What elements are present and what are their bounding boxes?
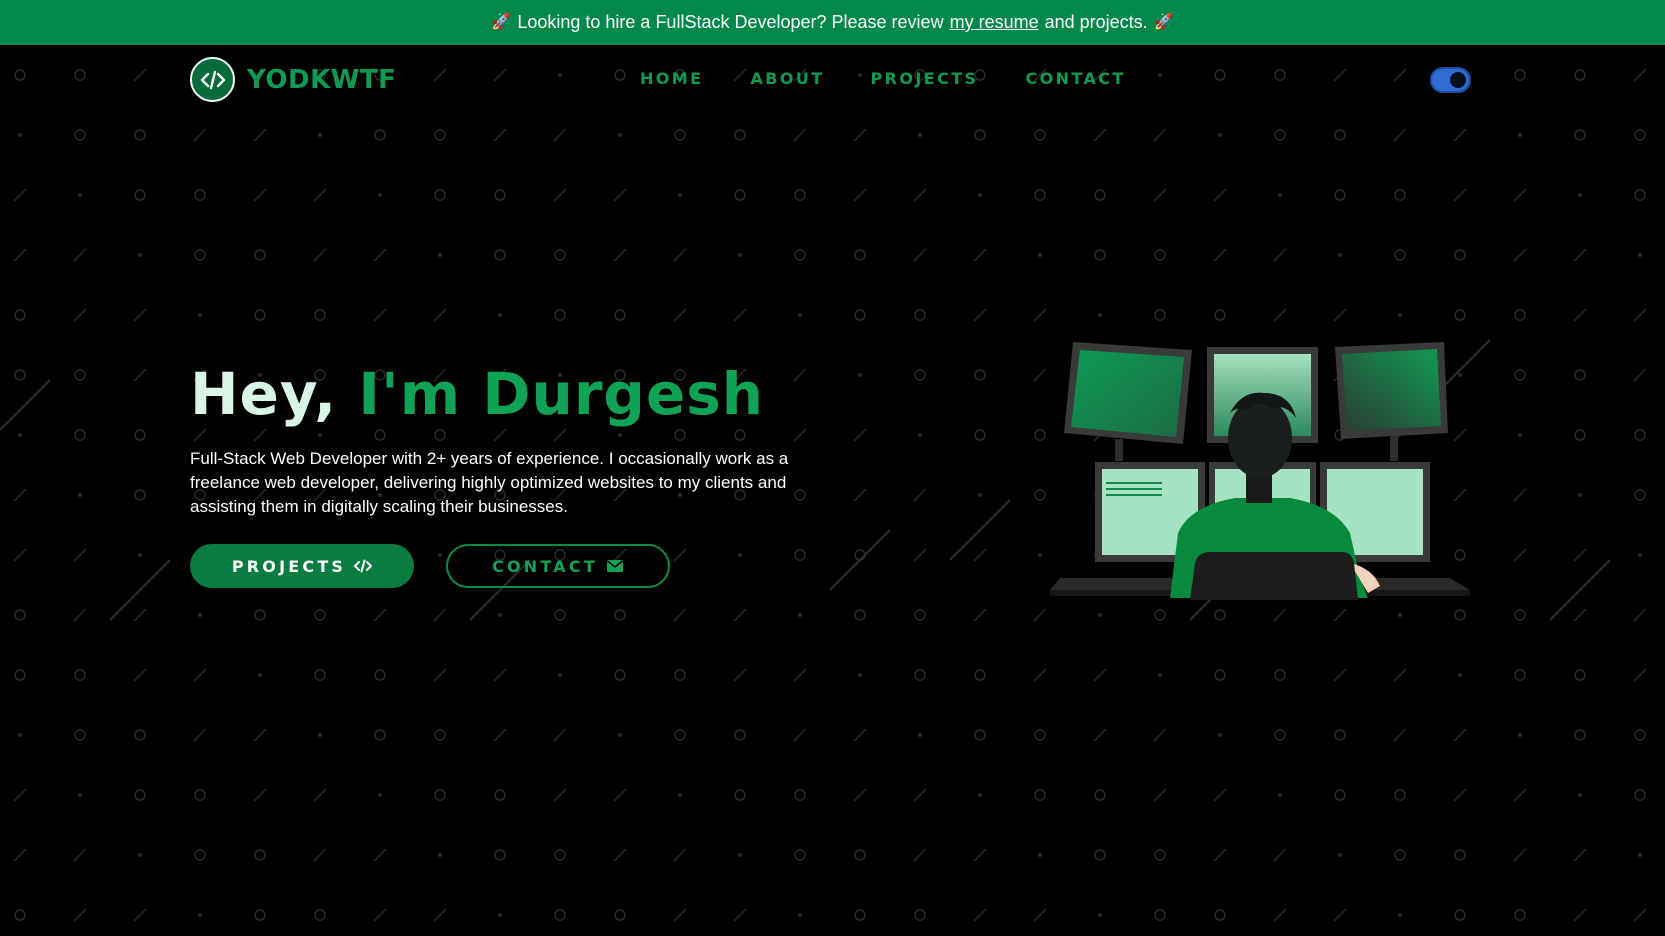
monitor-top-left xyxy=(1064,342,1192,461)
hero-name: I'm Durgesh xyxy=(358,360,765,428)
rocket-icon: 🚀 xyxy=(1153,13,1174,31)
chair xyxy=(1190,552,1358,600)
nav-projects[interactable]: PROJECTS xyxy=(871,69,979,88)
nav-contact[interactable]: CONTACT xyxy=(1025,69,1125,88)
contact-button-label: CONTACT xyxy=(492,556,598,576)
banner-suffix: and projects. xyxy=(1044,12,1148,32)
hero-description: Full-Stack Web Developer with 2+ years o… xyxy=(190,449,789,516)
logo-text: YODKWTF xyxy=(247,64,397,95)
contact-button[interactable]: CONTACT xyxy=(446,544,670,588)
nav-links: HOME ABOUT PROJECTS CONTACT xyxy=(640,69,1126,88)
theme-toggle[interactable] xyxy=(1430,67,1471,93)
envelope-icon xyxy=(606,560,623,572)
logo[interactable]: YODKWTF xyxy=(190,57,396,102)
code-icon xyxy=(354,559,373,573)
resume-link[interactable]: my resume xyxy=(950,12,1039,33)
hero-title: Hey, I'm Durgesh xyxy=(190,360,764,428)
nav-about[interactable]: ABOUT xyxy=(750,69,824,88)
hero-greeting: Hey, xyxy=(190,360,338,428)
code-icon xyxy=(190,57,235,102)
banner-prefix: Looking to hire a FullStack Developer? P… xyxy=(517,12,944,32)
navbar: YODKWTF HOME ABOUT PROJECTS CONTACT xyxy=(0,45,1665,117)
projects-button[interactable]: PROJECTS xyxy=(190,544,414,588)
nav-home[interactable]: HOME xyxy=(640,69,703,88)
rocket-icon: 🚀 xyxy=(491,13,512,31)
developer-illustration xyxy=(1050,342,1470,600)
projects-button-label: PROJECTS xyxy=(231,556,347,576)
theme-toggle-knob xyxy=(1450,72,1466,88)
monitor-top-right xyxy=(1335,342,1448,461)
hire-banner: 🚀 Looking to hire a FullStack Developer?… xyxy=(0,0,1665,45)
